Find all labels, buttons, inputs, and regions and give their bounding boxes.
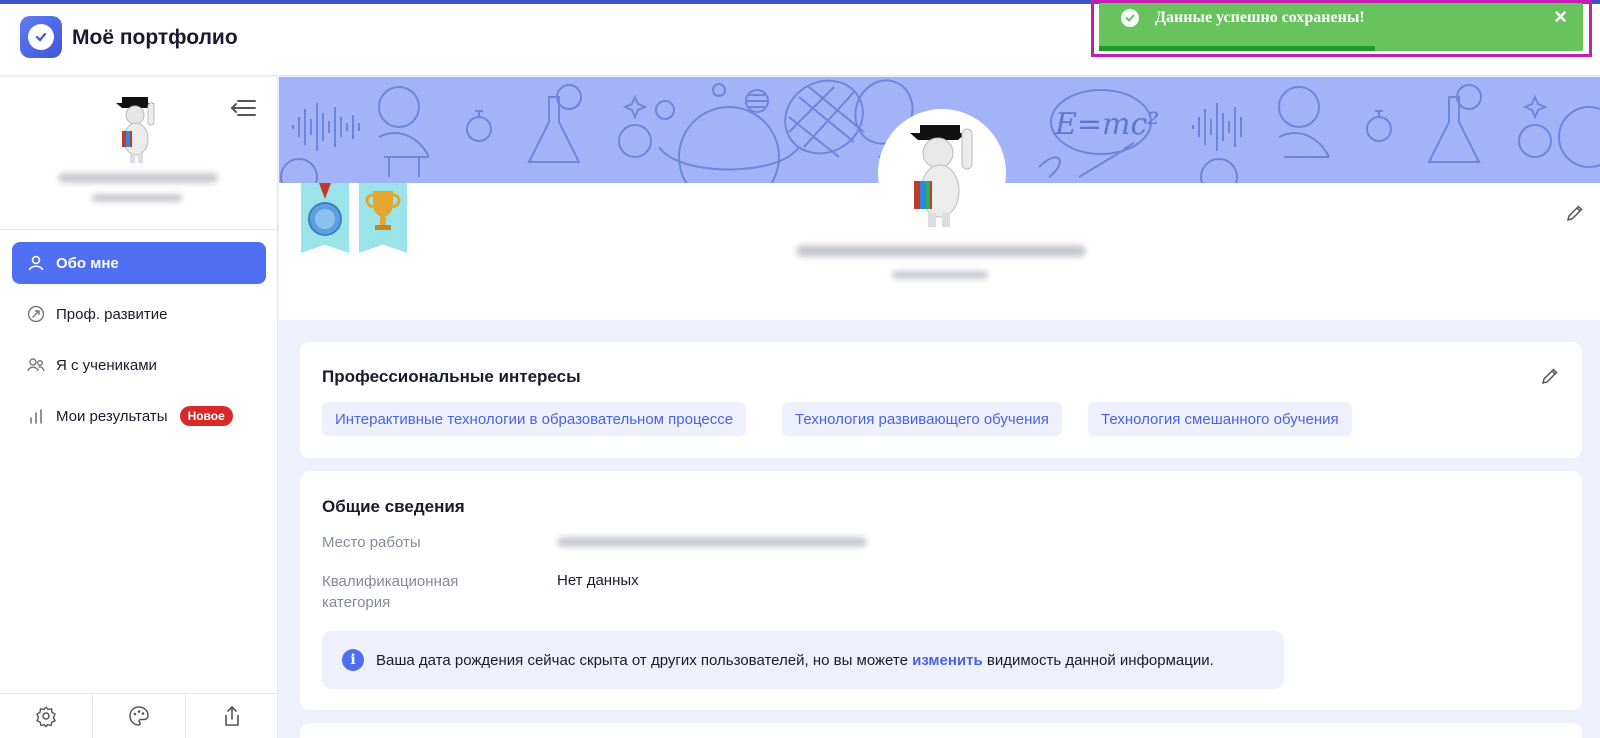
gear-icon [36,706,56,727]
new-badge: Новое [179,406,233,426]
chart-icon [26,406,46,426]
blurred-workplace-value [557,537,867,547]
sidebar-footer [0,693,278,738]
info-text: Ваша дата рождения сейчас скрыта от друг… [376,651,1214,669]
blurred-user-role [92,194,182,202]
interest-tag: Интерактивные технологии в образовательн… [322,402,747,436]
avatar [116,97,155,163]
medal-ribbon[interactable] [301,183,349,253]
blurred-profile-role [892,271,988,279]
sidebar-item-prof-development[interactable]: Проф. развитие [12,293,266,335]
sidebar-divider [0,229,278,230]
toast-progress-bar [1099,46,1375,51]
info-icon: i [342,649,364,671]
edit-profile-pencil-icon[interactable] [1565,203,1585,223]
trophy-ribbon[interactable] [359,183,407,253]
sidebar-item-students[interactable]: Я с учениками [12,344,266,386]
card-title: Общие сведения [322,497,465,516]
interest-tag: Технология развивающего обучения [782,402,1062,436]
sidebar-item-label: Мои результаты [56,407,168,425]
settings-button[interactable] [0,694,93,738]
general-info-card: Общие сведения Место работы Квалификацио… [300,471,1582,710]
blurred-user-name [58,173,218,183]
check-icon [28,24,54,50]
user-icon [26,253,46,273]
category-value: Нет данных [557,572,639,589]
trophy-icon [365,191,401,230]
sidebar-item-results[interactable]: Мои результаты Новое [12,395,266,437]
change-visibility-link[interactable]: изменить [912,652,983,669]
share-button[interactable] [186,694,278,738]
sidebar-item-label: Я с учениками [56,356,157,374]
success-check-icon [1121,9,1139,27]
close-icon[interactable]: × [1554,4,1567,30]
sidebar-item-label: Обо мне [56,254,119,272]
app-title: Моё портфолио [72,26,238,49]
growth-icon [26,304,46,324]
toast-message: Данные успешно сохранены! [1155,9,1365,26]
card-title: Профессиональные интересы [322,367,581,386]
theme-button[interactable] [93,694,186,738]
workplace-label: Место работы [322,534,421,551]
blurred-profile-name [796,245,1086,257]
category-label: Квалификационная категория [322,573,459,611]
edit-interests-pencil-icon[interactable] [1540,366,1560,386]
next-card [300,723,1582,738]
palette-icon [129,706,149,726]
professional-interests-card: Профессиональные интересы Интерактивные … [300,342,1582,458]
collapse-menu-icon[interactable] [230,99,256,117]
birthdate-visibility-info: i Ваша дата рождения сейчас скрыта от др… [322,631,1284,689]
svg-text:E=mc²: E=mc² [1054,107,1159,142]
interest-tag: Технология смешанного обучения [1088,402,1352,436]
profile-avatar [878,109,1006,237]
sidebar-item-label: Проф. развитие [56,305,168,323]
students-icon [26,355,46,375]
success-toast: Данные успешно сохранены! × [1099,3,1583,51]
sidebar-item-about[interactable]: Обо мне [12,242,266,284]
share-icon [225,705,239,726]
medal-icon [308,183,342,236]
avatar [910,125,973,227]
app-logo[interactable] [20,16,62,58]
sidebar: Обо мне Проф. развитие Я с учениками Мои… [0,77,278,738]
